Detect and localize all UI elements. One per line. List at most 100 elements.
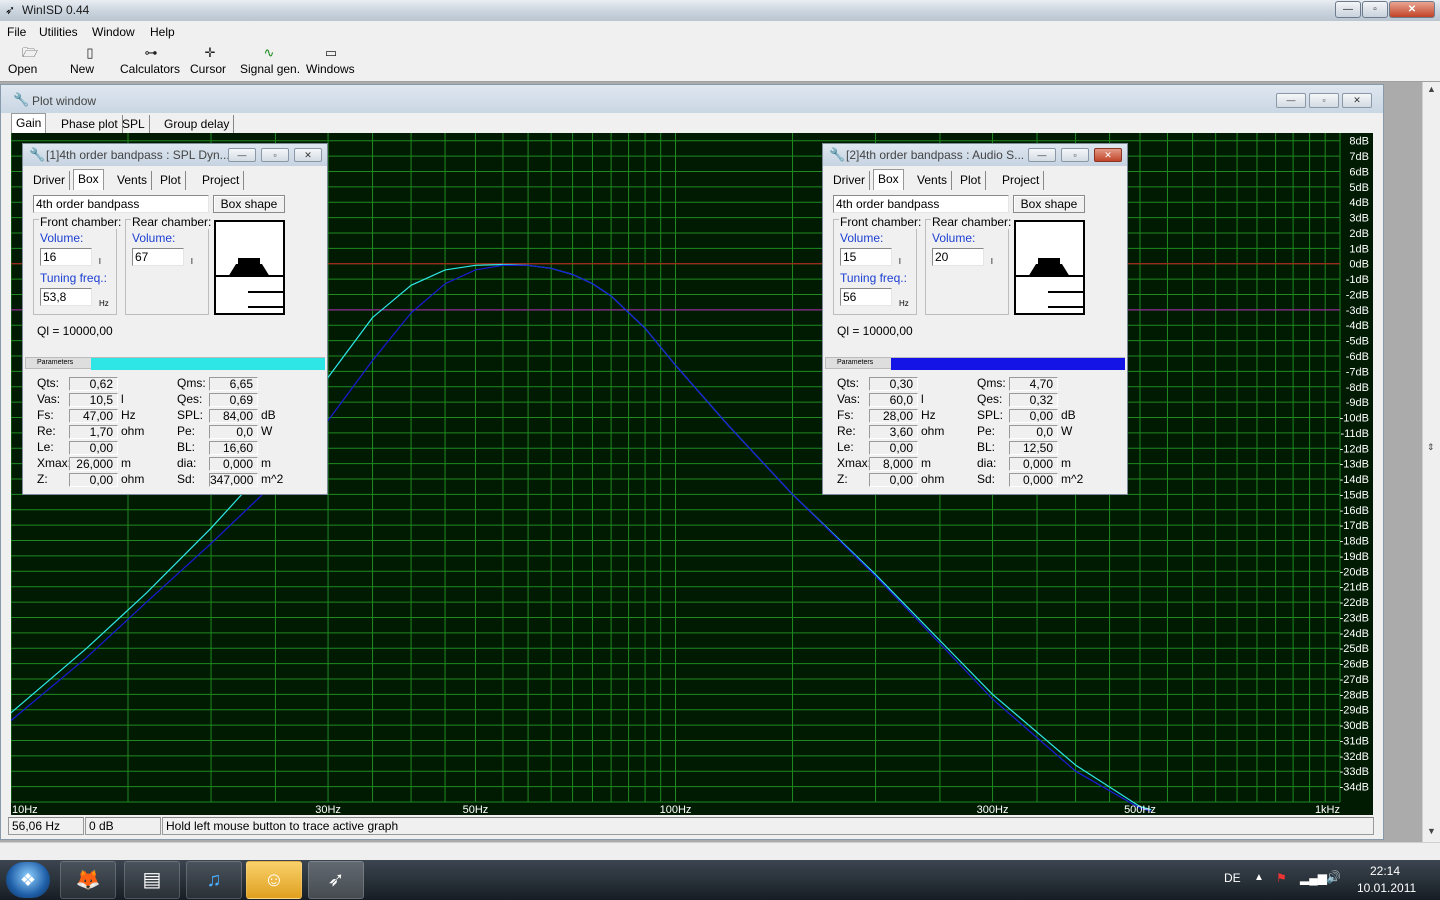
param-value-right[interactable]: 4,70 <box>1009 377 1058 391</box>
tab-plot[interactable]: Plot <box>156 171 186 190</box>
plot-minimize-icon[interactable]: — <box>1276 93 1306 108</box>
horizontal-scrollbar[interactable] <box>0 842 1440 860</box>
front-volume-input[interactable]: 15 <box>840 248 892 266</box>
archive-icon[interactable]: ▤ <box>124 861 180 899</box>
start-orb-icon[interactable]: ❖ <box>6 862 50 898</box>
project-2-maximize-icon[interactable]: ▫ <box>1061 148 1089 162</box>
scroll-up-icon[interactable]: ▲ <box>1427 84 1436 94</box>
param-value-left[interactable]: 0,30 <box>869 377 918 391</box>
clock-date[interactable]: 10.01.2011 <box>1357 881 1416 895</box>
project-1-titlebar[interactable]: 🔧 [1]4th order bandpass : SPL Dyn... — ▫… <box>23 144 327 166</box>
box-type-select[interactable]: 4th order bandpass <box>833 195 1009 213</box>
tab-box[interactable]: Box <box>873 169 904 190</box>
y-tick-label: -4dB <box>1346 320 1369 332</box>
signal-gen-button[interactable]: ∿ Signal gen. <box>240 45 300 79</box>
security-alert-icon[interactable]: ⚑ <box>1276 871 1287 885</box>
tab-box[interactable]: Box <box>73 169 104 190</box>
param-value-left[interactable]: 1,70 <box>69 425 118 439</box>
front-volume-input[interactable]: 16 <box>40 248 92 266</box>
menu-window[interactable]: Window <box>92 25 135 39</box>
minimize-icon[interactable]: — <box>1335 1 1361 18</box>
param-value-left[interactable]: 26,000 <box>69 457 118 471</box>
param-value-left[interactable]: 0,00 <box>69 441 118 455</box>
param-value-left[interactable]: 0,00 <box>869 473 918 487</box>
language-indicator[interactable]: DE <box>1224 871 1241 885</box>
tab-vents[interactable]: Vents <box>913 171 953 190</box>
tab-phase-plot[interactable]: Phase plot <box>57 115 123 134</box>
box-shape-button[interactable]: Box shape <box>213 195 285 213</box>
project-1-close-icon[interactable]: ✕ <box>294 148 322 162</box>
network-icon[interactable]: ▂▄▆ <box>1300 871 1327 885</box>
tab-group-delay[interactable]: Group delay <box>160 115 235 134</box>
tuning-freq-label: Tuning freq.: <box>40 271 107 285</box>
windows-button[interactable]: ▭ Windows <box>306 45 356 79</box>
project-2-minimize-icon[interactable]: — <box>1028 148 1056 162</box>
param-value-left[interactable]: 3,60 <box>869 425 918 439</box>
param-value-left[interactable]: 8,000 <box>869 457 918 471</box>
tuning-freq-input[interactable]: 53,8 <box>40 288 92 306</box>
firefox-icon[interactable]: 🦊 <box>60 861 116 899</box>
param-value-right[interactable]: 0,0 <box>1009 425 1058 439</box>
scroll-down-icon[interactable]: ▼ <box>1427 826 1436 836</box>
box-type-select[interactable]: 4th order bandpass <box>33 195 209 213</box>
wrench-icon: 🔧 <box>13 92 30 107</box>
param-value-right[interactable]: 0,000 <box>1009 457 1058 471</box>
clock-time[interactable]: 22:14 <box>1370 864 1400 878</box>
rear-volume-input[interactable]: 67 <box>132 248 184 266</box>
param-value-left[interactable]: 10,5 <box>69 393 118 407</box>
tab-driver[interactable]: Driver <box>829 171 870 190</box>
project-1-minimize-icon[interactable]: — <box>228 148 256 162</box>
param-value-left[interactable]: 0,62 <box>69 377 118 391</box>
cursor-button[interactable]: ✛ Cursor <box>190 45 230 79</box>
calculators-button[interactable]: ⊶ Calculators <box>120 45 182 79</box>
y-tick-label: -6dB <box>1346 351 1369 363</box>
show-hidden-icons-icon[interactable]: ▲ <box>1254 872 1264 883</box>
menu-utilities[interactable]: Utilities <box>39 25 78 39</box>
param-value-left[interactable]: 60,0 <box>869 393 918 407</box>
tab-project[interactable]: Project <box>198 171 245 190</box>
param-value-left[interactable]: 0,00 <box>869 441 918 455</box>
project-1-maximize-icon[interactable]: ▫ <box>261 148 289 162</box>
param-value-right[interactable]: 6,65 <box>209 377 258 391</box>
param-value-right[interactable]: 0,69 <box>209 393 258 407</box>
menu-file[interactable]: File <box>7 25 26 39</box>
param-value-left[interactable]: 47,00 <box>69 409 118 423</box>
param-value-right[interactable]: 0,00 <box>1009 409 1058 423</box>
plot-maximize-icon[interactable]: ▫ <box>1309 93 1339 108</box>
open-button[interactable]: 🗁 Open <box>8 45 52 79</box>
close-icon[interactable]: ✕ <box>1389 1 1435 18</box>
rear-volume-input[interactable]: 20 <box>932 248 984 266</box>
param-value-left[interactable]: 28,00 <box>869 409 918 423</box>
tab-driver[interactable]: Driver <box>29 171 70 190</box>
tab-vents[interactable]: Vents <box>113 171 153 190</box>
param-value-right[interactable]: 16,60 <box>209 441 258 455</box>
menu-help[interactable]: Help <box>150 25 175 39</box>
tab-gain[interactable]: Gain <box>11 113 47 134</box>
tab-project[interactable]: Project <box>998 171 1045 190</box>
param-name-left: Fs: <box>837 408 854 422</box>
tab-plot[interactable]: Plot <box>956 171 986 190</box>
tab-spl[interactable]: SPL <box>118 115 150 134</box>
vertical-scrollbar[interactable]: ▲ ⇕ ▼ <box>1422 82 1440 842</box>
maximize-icon[interactable]: ▫ <box>1362 1 1388 18</box>
scroll-thumb-icon[interactable]: ⇕ <box>1427 442 1435 453</box>
param-value-right[interactable]: 84,00 <box>209 409 258 423</box>
param-value-right[interactable]: 12,50 <box>1009 441 1058 455</box>
tuning-freq-input[interactable]: 56 <box>840 288 892 306</box>
messenger-icon[interactable]: ☺ <box>246 861 302 899</box>
param-value-right[interactable]: 0,000 <box>1009 473 1058 487</box>
project-2-titlebar[interactable]: 🔧 [2]4th order bandpass : Audio S... — ▫… <box>823 144 1127 166</box>
volume-icon[interactable]: 🔊 <box>1326 870 1341 884</box>
param-value-right[interactable]: 0,0 <box>209 425 258 439</box>
param-value-right[interactable]: 347,000 <box>209 473 258 487</box>
param-value-right[interactable]: 0,32 <box>1009 393 1058 407</box>
status-hint: Hold left mouse button to trace active g… <box>162 817 1374 835</box>
param-value-right[interactable]: 0,000 <box>209 457 258 471</box>
winisd-icon[interactable]: ➶ <box>308 861 364 899</box>
plot-close-icon[interactable]: ✕ <box>1342 93 1372 108</box>
param-value-left[interactable]: 0,00 <box>69 473 118 487</box>
new-button[interactable]: ▯ New <box>70 45 110 79</box>
box-shape-button[interactable]: Box shape <box>1013 195 1085 213</box>
project-2-close-icon[interactable]: ✕ <box>1094 148 1122 162</box>
itunes-icon[interactable]: ♫ <box>186 861 242 899</box>
